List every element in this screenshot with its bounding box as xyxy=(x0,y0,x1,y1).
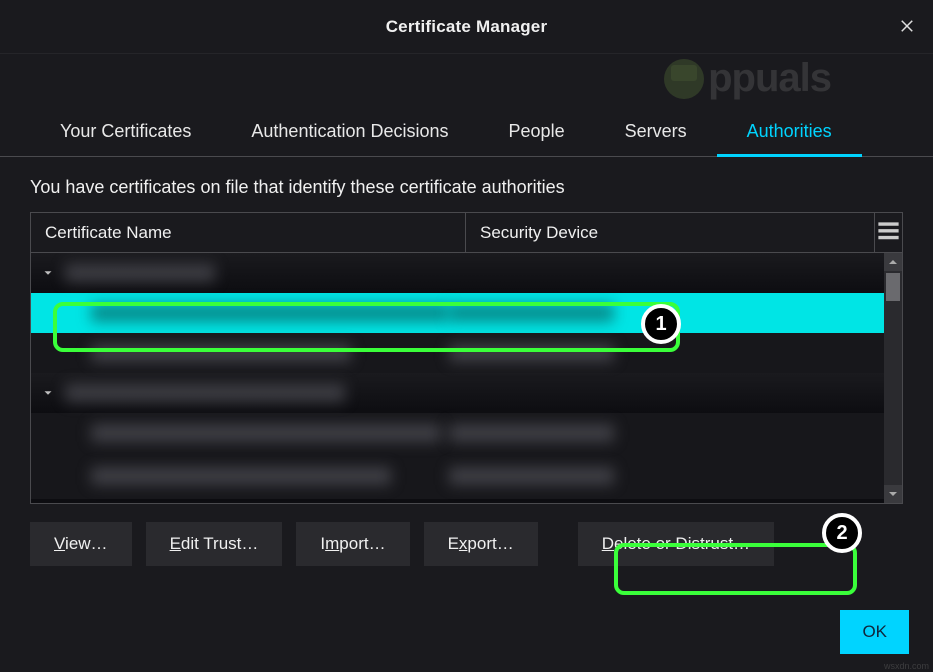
redacted-text xyxy=(449,304,614,322)
delete-distrust-button[interactable]: Delete or Distrust… xyxy=(578,522,774,566)
redacted-text xyxy=(91,467,391,485)
dialog-header: Certificate Manager xyxy=(0,0,933,54)
certificate-table: Certificate Name Security Device xyxy=(30,212,903,504)
footer-watermark: wsxdn.com xyxy=(884,661,929,671)
table-header: Certificate Name Security Device xyxy=(31,213,902,253)
chevron-down-icon[interactable] xyxy=(39,264,57,282)
redacted-text xyxy=(91,344,351,362)
tab-people[interactable]: People xyxy=(479,109,595,157)
redacted-text xyxy=(449,344,614,362)
column-picker-icon xyxy=(875,219,902,246)
tab-authentication-decisions[interactable]: Authentication Decisions xyxy=(221,109,478,157)
watermark-icon xyxy=(664,59,704,99)
export-button[interactable]: Export… xyxy=(424,522,538,566)
tab-description: You have certificates on file that ident… xyxy=(0,157,933,212)
watermark-logo: ppuals xyxy=(664,56,831,101)
redacted-text xyxy=(91,304,449,322)
ca-group-row[interactable] xyxy=(31,253,902,293)
column-picker-button[interactable] xyxy=(874,213,902,252)
column-certificate-name[interactable]: Certificate Name xyxy=(31,213,466,252)
table-body xyxy=(31,253,902,503)
certificate-row[interactable] xyxy=(31,413,902,453)
edit-trust-button[interactable]: Edit Trust… xyxy=(146,522,283,566)
scrollbar-thumb[interactable] xyxy=(886,273,900,301)
scrollbar-down-button[interactable] xyxy=(884,485,902,503)
redacted-text xyxy=(91,424,441,442)
scrollbar-up-button[interactable] xyxy=(884,253,902,271)
chevron-down-icon[interactable] xyxy=(39,384,57,402)
redacted-text xyxy=(449,424,614,442)
close-icon xyxy=(898,17,916,35)
dialog-title: Certificate Manager xyxy=(386,17,548,37)
view-button[interactable]: View… xyxy=(30,522,132,566)
column-security-device[interactable]: Security Device xyxy=(466,213,874,252)
ok-button[interactable]: OK xyxy=(840,610,909,654)
redacted-text xyxy=(449,467,614,485)
tab-servers[interactable]: Servers xyxy=(595,109,717,157)
action-button-row: View… Edit Trust… Import… Export… Delete… xyxy=(0,504,933,584)
watermark-text: ppuals xyxy=(708,56,831,101)
close-button[interactable] xyxy=(889,8,925,44)
certificate-row[interactable] xyxy=(31,453,902,499)
tab-your-certificates[interactable]: Your Certificates xyxy=(30,109,221,157)
tabs-bar: Your Certificates Authentication Decisio… xyxy=(0,109,933,157)
import-button[interactable]: Import… xyxy=(296,522,409,566)
redacted-text xyxy=(65,264,215,282)
redacted-text xyxy=(65,384,345,402)
certificate-row-selected[interactable] xyxy=(31,293,902,333)
scrollbar-track[interactable] xyxy=(884,253,902,503)
ca-group-row[interactable] xyxy=(31,373,902,413)
tab-authorities[interactable]: Authorities xyxy=(717,109,862,157)
certificate-row[interactable] xyxy=(31,333,902,373)
